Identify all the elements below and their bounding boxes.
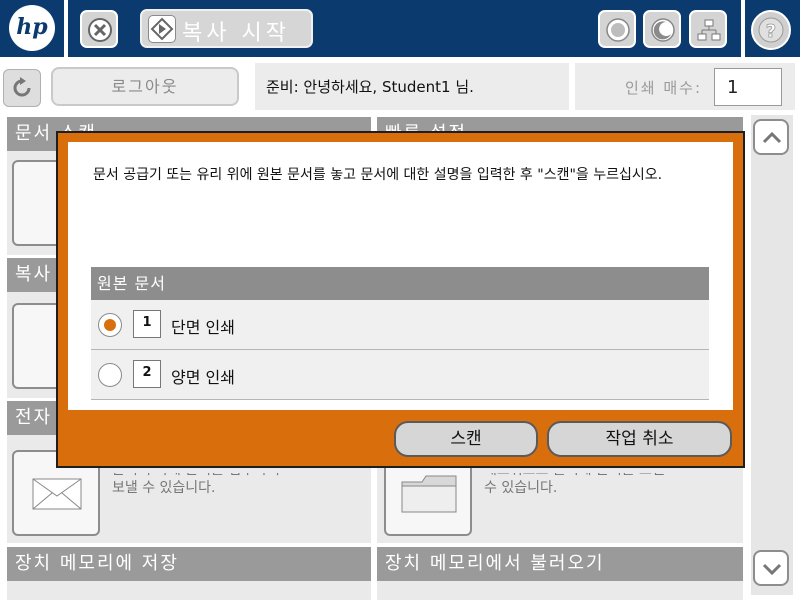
scroll-column (751, 115, 793, 595)
dialog-message: 문서 공급기 또는 유리 위에 원본 문서를 놓고 문서에 대한 설명을 입력한… (93, 167, 663, 183)
radio-selected-dot (104, 319, 116, 331)
reset-button[interactable] (3, 69, 41, 107)
cancel-job-button[interactable]: 작업 취소 (547, 421, 732, 457)
help-icon: ? (758, 17, 784, 43)
copies-input[interactable]: 1 (714, 68, 782, 106)
copies-label: 인쇄 매수: (625, 79, 703, 97)
help-button[interactable]: ? (751, 10, 791, 50)
scroll-up-button[interactable] (753, 119, 789, 155)
language-button[interactable] (598, 10, 636, 48)
radio-two-sided[interactable] (98, 363, 122, 387)
network-icon (697, 19, 721, 41)
divider (741, 0, 745, 57)
svg-text:?: ? (766, 21, 776, 42)
load-memory-title: 장치 메모리에서 불러오기 (377, 547, 743, 581)
folder-graphic (401, 475, 457, 513)
option-one-sided[interactable]: 1 단면 인쇄 (91, 300, 709, 350)
start-icon (148, 15, 176, 43)
chevron-down-icon (762, 563, 782, 576)
sleep-button[interactable] (643, 10, 681, 48)
envelope-icon (32, 478, 82, 510)
scan-button[interactable]: 스캔 (394, 421, 538, 457)
radio-one-sided[interactable] (98, 313, 122, 337)
status-text: 준비: 안녕하세요, Student1 님. (266, 78, 474, 96)
two-sided-page-icon: 2 (133, 360, 161, 388)
stop-icon (88, 18, 112, 42)
scroll-down-button[interactable] (753, 550, 789, 586)
logout-button[interactable]: 로그아웃 (51, 67, 239, 106)
network-button[interactable] (689, 10, 727, 48)
globe-icon (606, 18, 630, 42)
save-memory-title: 장치 메모리에 저장 (7, 547, 371, 581)
stop-button[interactable] (80, 10, 118, 48)
reset-icon (13, 77, 31, 97)
original-document-header: 원본 문서 (91, 267, 709, 300)
divider (64, 0, 68, 57)
option-two-sided[interactable]: 2 양면 인쇄 (91, 350, 709, 400)
two-sided-label: 양면 인쇄 (171, 368, 235, 387)
one-sided-page-icon: 1 (133, 310, 161, 338)
start-copy-label: 복사 시작 (182, 21, 290, 46)
one-sided-label: 단면 인쇄 (171, 318, 235, 337)
hp-logo-text: hp (16, 14, 48, 40)
sleep-icon (651, 18, 675, 42)
start-copy-button[interactable]: 복사 시작 (140, 9, 313, 48)
chevron-up-icon (762, 131, 782, 144)
